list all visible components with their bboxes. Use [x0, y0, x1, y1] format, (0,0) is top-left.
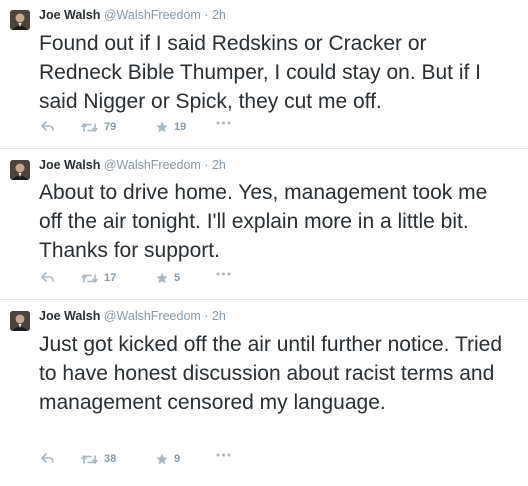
more-dots-icon — [216, 453, 231, 457]
author-handle[interactable]: @WalshFreedom — [104, 309, 201, 323]
reply-button[interactable] — [41, 121, 54, 132]
tweet-text: Found out if I said Redskins or Cracker … — [39, 32, 482, 113]
favorite-count: 5 — [174, 272, 181, 284]
tweet-header: Joe Walsh @WalshFreedom · 2h — [39, 157, 226, 173]
tweet-timeline: Joe Walsh @WalshFreedom · 2h Found out i… — [0, 0, 528, 486]
avatar[interactable] — [10, 160, 30, 180]
tweet-header: Joe Walsh @WalshFreedom · 2h — [39, 308, 226, 324]
favorite-count: 9 — [174, 453, 181, 465]
retweet-button[interactable]: 17 — [81, 272, 116, 284]
tweet-timestamp[interactable]: 2h — [212, 8, 226, 22]
tweet-text: Just got kicked off the air until furthe… — [39, 333, 503, 414]
retweet-icon — [81, 273, 98, 283]
tweet[interactable]: Joe Walsh @WalshFreedom · 2h Just got ki… — [0, 301, 528, 486]
more-button[interactable] — [216, 272, 231, 276]
header-separator: · — [204, 158, 209, 172]
tweet-timestamp[interactable]: 2h — [212, 309, 226, 323]
retweet-count: 17 — [104, 272, 117, 284]
author-handle[interactable]: @WalshFreedom — [104, 158, 201, 172]
retweet-button[interactable]: 79 — [81, 121, 116, 133]
more-button[interactable] — [216, 453, 231, 457]
more-button[interactable] — [216, 121, 231, 125]
author-name[interactable]: Joe Walsh — [39, 309, 100, 323]
header-separator: · — [204, 8, 209, 22]
star-icon — [156, 272, 168, 284]
tweet-text: About to drive home. Yes, management too… — [39, 181, 488, 262]
retweet-count: 38 — [104, 453, 117, 465]
retweet-icon — [81, 122, 98, 132]
author-handle[interactable]: @WalshFreedom — [104, 8, 201, 22]
more-dots-icon — [216, 121, 231, 125]
favorite-count: 19 — [174, 121, 187, 133]
star-icon — [156, 121, 168, 133]
author-name[interactable]: Joe Walsh — [39, 8, 100, 22]
header-separator: · — [204, 309, 209, 323]
avatar[interactable] — [10, 10, 30, 30]
retweet-icon — [81, 454, 98, 464]
tweet[interactable]: Joe Walsh @WalshFreedom · 2h Found out i… — [0, 0, 528, 149]
reply-icon — [41, 121, 54, 131]
tweet-header: Joe Walsh @WalshFreedom · 2h — [39, 7, 226, 23]
more-dots-icon — [216, 272, 231, 276]
reply-button[interactable] — [41, 453, 54, 464]
favorite-button[interactable]: 9 — [156, 453, 180, 465]
favorite-button[interactable]: 19 — [156, 121, 186, 133]
tweet[interactable]: Joe Walsh @WalshFreedom · 2h About to dr… — [0, 150, 528, 300]
retweet-button[interactable]: 38 — [81, 453, 116, 465]
author-name[interactable]: Joe Walsh — [39, 158, 100, 172]
reply-button[interactable] — [41, 272, 54, 283]
star-icon — [156, 453, 168, 465]
tweet-timestamp[interactable]: 2h — [212, 158, 226, 172]
reply-icon — [41, 453, 54, 463]
avatar[interactable] — [10, 311, 30, 331]
reply-icon — [41, 272, 54, 282]
retweet-count: 79 — [104, 121, 117, 133]
favorite-button[interactable]: 5 — [156, 272, 180, 284]
